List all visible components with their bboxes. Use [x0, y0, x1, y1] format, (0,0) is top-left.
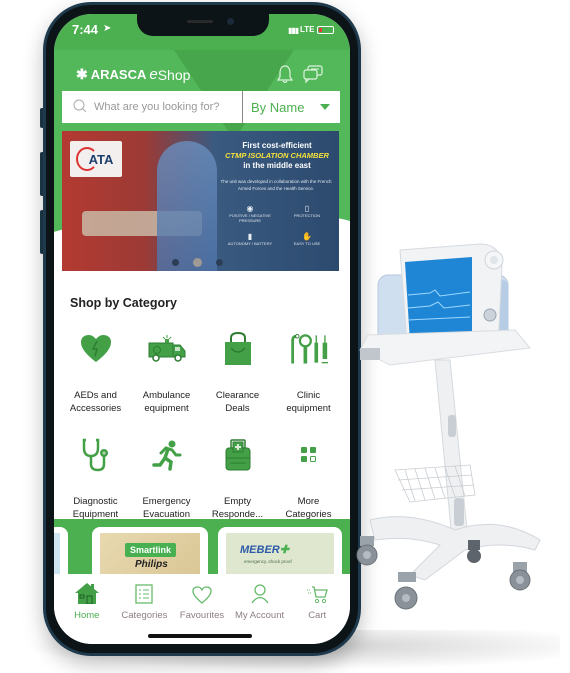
app-screen: 7:44 ➤ ▮▮▮ LTE ✱ ARASCA eShop By Name AT… — [54, 14, 350, 644]
cart-wheel — [509, 562, 531, 591]
brand-shop: Shop — [157, 66, 191, 83]
carousel-dots — [172, 258, 223, 267]
home-icon — [74, 582, 100, 604]
chat-icon[interactable] — [302, 64, 324, 89]
tab-home[interactable]: Home — [59, 582, 115, 644]
battery-icon — [317, 26, 334, 34]
banner-description: The unit was developed in collaboration … — [220, 179, 332, 191]
brand-name: ARASCA — [90, 67, 147, 82]
hand-icon: ✋ — [302, 232, 312, 241]
category-aeds[interactable]: AEDs and Accessories — [60, 329, 131, 419]
banner-logo: ATA — [70, 141, 122, 177]
category-more[interactable]: More Categories — [273, 435, 344, 525]
first-aid-bag-icon — [218, 435, 258, 475]
ventilator-cart-image — [356, 243, 541, 610]
running-man-icon — [147, 435, 187, 475]
promo-tagline: emergency..shock proof — [244, 559, 292, 564]
location-arrow-icon: ➤ — [103, 23, 112, 34]
status-bar: 7:44 ➤ ▮▮▮ LTE — [54, 20, 350, 40]
status-time: 7:44 — [72, 22, 99, 37]
ventilator-display — [405, 257, 472, 342]
brand-e: e — [149, 66, 158, 83]
protection-icon: ▯ — [304, 204, 310, 213]
carousel-dot[interactable] — [216, 259, 223, 266]
carousel-dot-active[interactable] — [193, 258, 202, 267]
promo-title: Philips — [135, 559, 168, 570]
pressure-icon: ◉ — [246, 204, 254, 213]
brand-logo[interactable]: ✱ ARASCA e Shop — [76, 66, 190, 83]
stethoscope-icon — [76, 435, 116, 475]
ambulance-icon — [147, 329, 187, 369]
banner-headline-3: in the middle east — [243, 161, 311, 170]
banner-feature: ✋ EASY TO USE — [277, 232, 337, 247]
heart-icon — [192, 582, 212, 604]
category-diagnostic[interactable]: Diagnostic Equipment — [60, 435, 131, 525]
clinic-tools-icon — [289, 329, 329, 369]
banner-feature: ▯ PROTECTION — [277, 204, 337, 219]
promo-banner[interactable]: ATA First cost-efficient CTMP ISOLATION … — [62, 131, 339, 271]
cart-wheel — [394, 572, 418, 610]
section-title: Shop by Category — [70, 296, 177, 310]
network-type: LTE — [300, 25, 315, 34]
search-filter-dropdown[interactable]: By Name — [243, 100, 340, 115]
category-grid: AEDs and Accessories Ambulance equipment… — [60, 329, 344, 525]
category-ambulance[interactable]: Ambulance equipment — [131, 329, 202, 419]
promo-strip: Smartlink Philips MEBER✚ emergency..shoc… — [54, 519, 350, 587]
banner-headline-2: CTMP ISOLATION CHAMBER — [225, 151, 329, 160]
cart-basket — [394, 464, 476, 503]
cart-handle — [360, 348, 380, 360]
signal-icon: ▮▮▮ — [288, 26, 299, 35]
search-input[interactable] — [94, 101, 242, 113]
cart-wheel — [467, 540, 481, 563]
search-filter-value: By Name — [251, 99, 305, 115]
caret-down-icon — [320, 104, 330, 110]
search-bar: By Name — [62, 91, 340, 123]
list-icon — [135, 582, 154, 604]
cart-icon — [306, 582, 329, 604]
category-emergency[interactable]: Emergency Evacuation — [131, 435, 202, 525]
user-icon — [251, 582, 269, 604]
carousel-dot[interactable] — [172, 259, 179, 266]
category-empty-responder[interactable]: Empty Responde... — [202, 435, 273, 525]
search-icon — [66, 99, 94, 116]
banner-headline-1: First cost-efficient — [242, 141, 312, 150]
cart-wheel — [356, 536, 378, 566]
bell-icon[interactable] — [276, 64, 294, 89]
shopping-bag-icon — [218, 329, 258, 369]
banner-image-person — [157, 141, 217, 271]
category-clinic[interactable]: Clinic equipment — [273, 329, 344, 419]
promo-brand: MEBER✚ — [240, 544, 289, 556]
ventilator-port — [483, 308, 497, 322]
banner-feature: ◉ POSITIVE / NEGATIVE PRESSURE — [220, 204, 280, 224]
promo-badge: Smartlink — [125, 543, 177, 557]
banner-feature: ▮ AUTONOMY / BATTERY — [220, 232, 280, 247]
home-indicator — [148, 634, 252, 638]
tab-cart[interactable]: Cart — [289, 582, 345, 644]
category-clearance[interactable]: Clearance Deals — [202, 329, 273, 419]
battery-icon: ▮ — [247, 232, 253, 241]
asterisk-logo-icon: ✱ — [76, 66, 88, 82]
grid-icon — [289, 435, 329, 475]
heart-defibrillator-icon — [76, 329, 116, 369]
